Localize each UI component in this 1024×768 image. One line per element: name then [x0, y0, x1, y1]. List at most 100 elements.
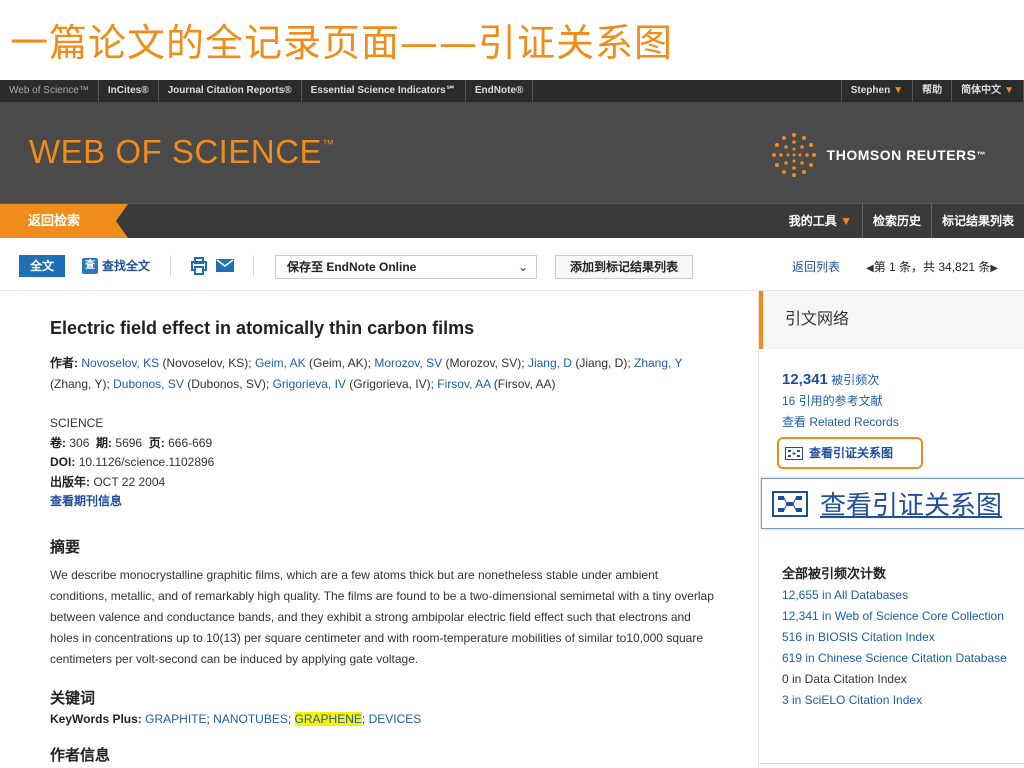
user-menu[interactable]: Stephen ▼ — [842, 80, 914, 102]
author-fullname: (Geim, AK); — [305, 356, 375, 370]
toolbar-divider — [253, 255, 254, 277]
help-link[interactable]: 帮助 — [913, 80, 953, 102]
author-fullname: (Zhang, Y); — [50, 377, 114, 391]
author-link[interactable]: Novoselov, KS — [81, 356, 159, 370]
keyword-link[interactable]: GRAPHITE — [145, 712, 206, 726]
previous-record-icon[interactable]: ◀ — [866, 263, 874, 274]
caret-down-icon: ▼ — [840, 214, 852, 228]
count-all-databases[interactable]: 12,655 in All Databases — [782, 588, 1012, 603]
author-fullname: (Novoselov, KS); — [159, 356, 255, 370]
wos-logo-mark: ™ — [322, 137, 335, 151]
author-link[interactable]: Zhang, Y — [634, 356, 682, 370]
language-label: 简体中文 — [961, 85, 1002, 96]
record-main: Electric field effect in atomically thin… — [0, 291, 758, 768]
record-toolbar: 全文 查查找全文 保存至 EndNote Online ⌄ 添加到标记结果列表 返… — [0, 238, 1024, 291]
keyword-link[interactable]: DEVICES — [369, 712, 422, 726]
save-to-endnote-select[interactable]: 保存至 EndNote Online ⌄ — [275, 255, 537, 279]
pub-date-label: 出版年: — [50, 474, 90, 489]
citation-map-link[interactable]: 查看引证关系图 — [777, 437, 923, 469]
incites-nav-link[interactable]: InCites® — [99, 80, 159, 102]
marked-list-link[interactable]: 标记结果列表 — [930, 204, 1024, 238]
journal-info-link[interactable]: 查看期刊信息 — [50, 492, 758, 512]
times-cited-line: 12,341 被引频次 — [782, 369, 1024, 391]
keywords-label: KeyWords Plus: — [50, 711, 142, 726]
author-fullname: (Jiang, D); — [571, 356, 634, 370]
chevron-down-icon: ⌄ — [517, 260, 528, 274]
author-info-heading: 作者信息 — [50, 746, 111, 764]
my-tools-label: 我的工具 — [788, 214, 837, 228]
pages-value: 666-669 — [168, 435, 213, 450]
slide-title: 一篇论文的全记录页面——引证关系图 — [10, 21, 674, 65]
wos-nav-link[interactable]: Web of Science™ — [0, 80, 99, 102]
doi-label: DOI: — [50, 455, 76, 469]
related-records-link[interactable]: 查看 Related Records — [782, 412, 1024, 433]
abstract-text: We describe monocrystalline graphitic fi… — [50, 567, 714, 666]
wos-logo[interactable]: WEB OF SCIENCE™ — [29, 133, 335, 171]
counts-heading: 全部被引频次计数 — [782, 566, 887, 581]
volume-value: 306 — [69, 435, 90, 450]
times-cited-count[interactable]: 12,341 — [782, 371, 828, 388]
pager-text: 第 1 条，共 34,821 条 — [873, 260, 991, 274]
jcr-nav-link[interactable]: Journal Citation Reports® — [159, 80, 302, 102]
issue-value: 5696 — [115, 435, 143, 450]
pages-label: 页: — [148, 435, 165, 450]
author-link[interactable]: Morozov, SV — [374, 356, 442, 370]
return-to-list-link[interactable]: 返回列表 — [792, 258, 840, 275]
count-scielo[interactable]: 3 in SciELO Citation Index — [782, 693, 1012, 708]
issue-label: 期: — [96, 435, 113, 450]
references-link[interactable]: 16 引用的参考文献 — [782, 391, 1024, 412]
author-link[interactable]: Geim, AK — [255, 356, 306, 370]
next-record-icon[interactable]: ▶ — [990, 263, 998, 274]
author-fullname: (Morozov, SV); — [442, 356, 528, 370]
thomson-reuters-name: THOMSON REUTERS — [826, 147, 977, 163]
pub-date-value: OCT 22 2004 — [93, 474, 166, 489]
author-link[interactable]: Grigorieva, IV — [273, 377, 346, 391]
endnote-nav-link[interactable]: EndNote® — [466, 80, 534, 102]
sidebar-divider — [759, 763, 1024, 764]
full-text-button[interactable]: 全文 — [19, 255, 65, 277]
paper-title: Electric field effect in atomically thin… — [50, 318, 475, 338]
secondary-navigation: 返回检索 我的工具 ▼ 检索历史 标记结果列表 — [0, 203, 1024, 238]
keywords-heading: 关键词 — [50, 689, 96, 707]
user-menu-group: Stephen ▼ 帮助 简体中文 ▼ — [842, 80, 1024, 102]
citation-map-callout-label: 查看引证关系图 — [820, 491, 1003, 521]
citation-map-icon — [785, 446, 803, 460]
author-link[interactable]: Jiang, D — [528, 356, 572, 370]
citation-network-title: 引文网络 — [759, 291, 1024, 349]
esi-nav-link[interactable]: Essential Science Indicators℠ — [302, 80, 466, 102]
find-full-text-label: 查找全文 — [102, 259, 151, 273]
count-biosis[interactable]: 516 in BIOSIS Citation Index — [782, 630, 1012, 645]
keyword-link[interactable]: NANOTUBES — [213, 712, 288, 726]
my-tools-menu[interactable]: 我的工具 ▼ — [779, 204, 862, 238]
nav-spacer — [533, 80, 842, 102]
author-fullname: (Dubonos, SV); — [183, 377, 273, 391]
email-icon[interactable] — [216, 259, 234, 272]
top-navigation: Web of Science™ InCites® Journal Citatio… — [0, 80, 1024, 102]
count-cscd[interactable]: 619 in Chinese Science Citation Database — [782, 651, 1012, 666]
total-citation-counts: 全部被引频次计数 12,655 in All Databases 12,341 … — [782, 563, 1012, 714]
print-icon[interactable] — [190, 257, 208, 275]
times-cited-label: 被引频次 — [831, 373, 880, 387]
back-to-search-button[interactable]: 返回检索 — [0, 204, 128, 238]
add-to-marked-list-button[interactable]: 添加到标记结果列表 — [555, 255, 693, 279]
search-history-link[interactable]: 检索历史 — [861, 204, 931, 238]
journal-name: SCIENCE — [50, 416, 104, 430]
language-menu[interactable]: 简体中文 ▼ — [952, 80, 1024, 102]
citation-map-icon — [772, 490, 808, 517]
author-list: 作者: Novoselov, KS (Novoselov, KS); Geim,… — [50, 353, 720, 395]
author-label: 作者: — [50, 356, 78, 370]
keyword-link-highlighted[interactable]: GRAPHENE — [294, 711, 362, 726]
volume-label: 卷: — [50, 435, 66, 450]
citation-map-callout[interactable]: 查看引证关系图 — [761, 478, 1024, 529]
author-link[interactable]: Dubonos, SV — [113, 377, 184, 391]
count-wos-core[interactable]: 12,341 in Web of Science Core Collection — [782, 609, 1012, 624]
thomson-reuters-logo-icon — [771, 133, 816, 177]
user-name: Stephen — [850, 85, 891, 96]
author-link[interactable]: Firsov, AA — [437, 377, 490, 391]
save-to-label: 保存至 EndNote Online — [287, 260, 417, 274]
citation-network-sidebar: 引文网络 12,341 被引频次 16 引用的参考文献 查看 Related R… — [758, 291, 1024, 768]
toolbar-divider — [170, 255, 171, 277]
wos-window: Web of Science™ InCites® Journal Citatio… — [0, 80, 1024, 768]
doi-line: DOI: 10.1126/science.1102896 — [50, 453, 758, 473]
find-full-text-link[interactable]: 查查找全文 — [82, 257, 150, 274]
